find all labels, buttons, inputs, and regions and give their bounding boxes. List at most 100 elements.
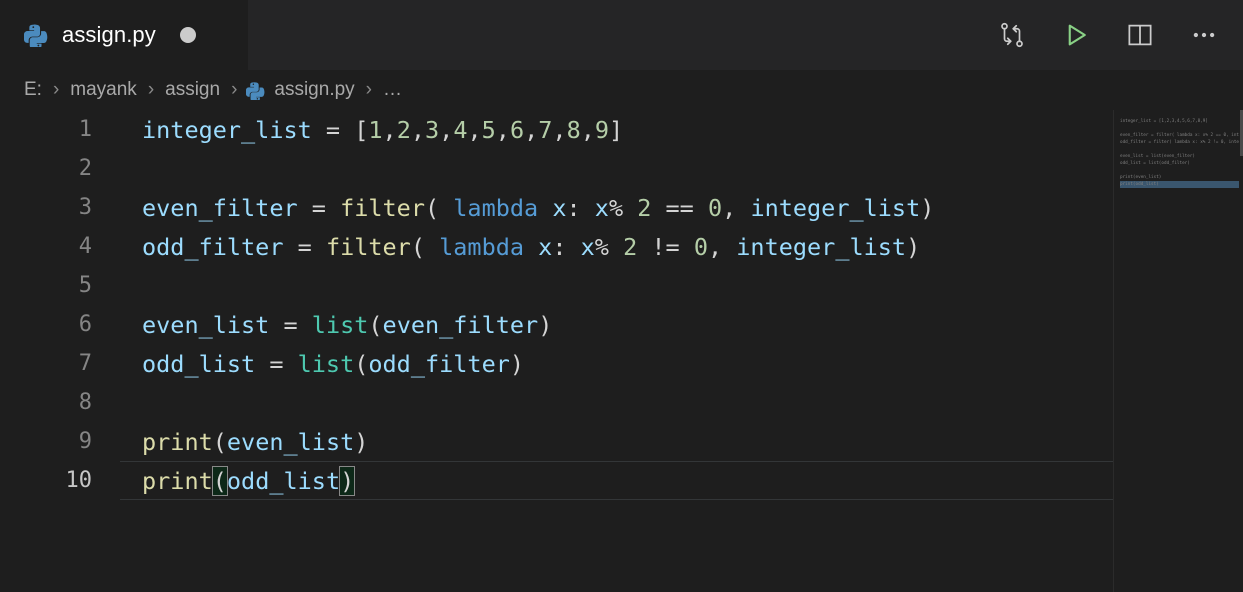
line-number: 5 <box>78 273 92 298</box>
token-builtin: list <box>311 310 369 339</box>
code-line-content[interactable]: even_filter = filter( lambda x: x% 2 == … <box>92 194 1113 222</box>
token-number: 9 <box>594 115 610 144</box>
token-number: 1 <box>368 115 383 144</box>
breadcrumb-item-assign[interactable]: assign <box>163 79 222 101</box>
token-number: 4 <box>453 115 468 144</box>
token-colon: : <box>566 193 595 222</box>
tab-bar-spacer <box>248 0 995 70</box>
token-comma: , <box>495 115 510 144</box>
token-operator: == <box>651 193 708 222</box>
code-line-8[interactable]: 8 <box>0 383 1113 422</box>
breadcrumb-separator: › <box>365 79 372 100</box>
token-variable: odd_filter <box>368 349 510 378</box>
code-line-7[interactable]: 7 odd_list = list(odd_filter) <box>0 344 1113 383</box>
unsaved-changes-dot[interactable] <box>179 27 196 43</box>
code-line-content[interactable]: odd_filter = filter( lambda x: x% 2 != 0… <box>92 233 1113 261</box>
minimap-line <box>1120 146 1239 153</box>
code-line-4[interactable]: 4 odd_filter = filter( lambda x: x% 2 !=… <box>0 227 1113 266</box>
code-line-content[interactable]: even_list = list(even_filter) <box>92 311 1113 339</box>
breadcrumb-separator: › <box>147 79 155 100</box>
minimap-line: print(even_list) <box>1120 175 1162 180</box>
token-parameter: x <box>552 193 567 222</box>
line-number: 9 <box>78 429 92 454</box>
token-colon: : <box>552 232 581 261</box>
token-paren-open: ( <box>424 193 454 222</box>
breadcrumb-item-mayank[interactable]: mayank <box>68 79 139 101</box>
line-number: 6 <box>78 312 92 337</box>
breadcrumb-item-root[interactable]: E: <box>22 79 44 101</box>
code-line-10[interactable]: 10 print(odd_list) <box>0 461 1121 500</box>
token-parameter: x <box>538 232 553 261</box>
token-paren-open: ( <box>368 310 383 339</box>
minimap-line <box>1120 125 1239 132</box>
line-number: 3 <box>78 195 92 220</box>
code-line-content[interactable]: print(even_list) <box>92 428 1113 456</box>
token-number: 2 <box>637 193 652 222</box>
token-keyword: lambda <box>439 232 525 261</box>
token-number: 5 <box>481 115 496 144</box>
token-variable: even_filter <box>142 193 298 222</box>
code-line-3[interactable]: 3 even_filter = filter( lambda x: x% 2 =… <box>0 188 1113 227</box>
code-line-5[interactable]: 5 <box>0 266 1113 305</box>
token-paren-close: ) <box>906 232 921 261</box>
code-line-content[interactable]: print(odd_list) <box>92 465 1113 496</box>
token-operator: = <box>269 310 312 339</box>
token-number: 3 <box>425 115 440 144</box>
token-parameter: x <box>594 193 609 222</box>
editor-tab-bar: assign.py <box>0 0 1243 70</box>
minimap-line: integer_list = [1,2,3,4,5,6,7,8,9] <box>1120 119 1208 124</box>
code-line-1[interactable]: 1 integer_list = [1,2,3,4,5,6,7,8,9] <box>0 110 1113 149</box>
token-comma: , <box>707 232 737 261</box>
breadcrumb-item-file[interactable]: assign.py <box>272 79 356 101</box>
editor-tab-assign-py[interactable]: assign.py <box>0 0 248 70</box>
code-line-6[interactable]: 6 even_list = list(even_filter) <box>0 305 1113 344</box>
breadcrumb-item-symbol-more[interactable]: … <box>381 79 404 101</box>
python-icon <box>24 23 48 47</box>
token-operator: = <box>283 232 326 261</box>
line-number: 10 <box>65 468 93 493</box>
token-variable: odd_list <box>142 349 256 378</box>
token-function: filter <box>340 193 425 222</box>
token-paren-open: ( <box>354 349 369 378</box>
code-line-content[interactable]: odd_list = list(odd_filter) <box>92 350 1113 378</box>
split-editor-right-icon[interactable] <box>1123 18 1157 52</box>
code-line-9[interactable]: 9 print(even_list) <box>0 422 1113 461</box>
breadcrumb: E: › mayank › assign › assign.py › … <box>0 70 1243 110</box>
token-operator: = <box>255 349 298 378</box>
editor-tab-label: assign.py <box>62 22 156 47</box>
token-variable: even_filter <box>382 310 539 339</box>
token-comma: , <box>580 115 595 144</box>
minimap-line: even_list = list(even_filter) <box>1120 154 1196 159</box>
token-function: print <box>142 466 213 495</box>
token-function: filter <box>325 232 411 261</box>
vscode-window: assign.py E: › mayank › assign › assign.… <box>0 0 1243 592</box>
token-paren-close: ) <box>920 193 935 222</box>
code-line-content[interactable]: integer_list = [1,2,3,4,5,6,7,8,9] <box>92 116 1113 144</box>
token-variable: integer_list <box>142 115 312 144</box>
more-actions-icon[interactable] <box>1187 18 1221 52</box>
token-comma: , <box>552 115 567 144</box>
minimap[interactable]: integer_list = [1,2,3,4,5,6,7,8,9] even_… <box>1113 110 1243 592</box>
token-comma: , <box>722 193 751 222</box>
line-number: 2 <box>78 156 92 181</box>
breadcrumb-separator: › <box>52 79 60 100</box>
line-number: 4 <box>78 234 92 259</box>
minimap-line: odd_list = list(odd_filter) <box>1120 161 1190 166</box>
minimap-content: integer_list = [1,2,3,4,5,6,7,8,9] even_… <box>1120 118 1239 188</box>
breadcrumb-separator: › <box>231 79 238 100</box>
token-paren-close: ) <box>354 427 369 456</box>
line-number: 1 <box>78 117 92 142</box>
line-number: 8 <box>78 390 92 415</box>
run-python-file-icon[interactable] <box>1059 18 1093 52</box>
token-number: 0 <box>693 232 708 261</box>
source-control-branch-icon[interactable] <box>995 18 1029 52</box>
code-editor[interactable]: 1 integer_list = [1,2,3,4,5,6,7,8,9] 2 3… <box>0 110 1243 592</box>
token-number: 2 <box>396 115 411 144</box>
code-line-2[interactable]: 2 <box>0 149 1113 188</box>
minimap-line <box>1120 167 1239 174</box>
token-operator: % <box>594 232 624 261</box>
token-operator: = <box>297 193 341 222</box>
code-lines-container[interactable]: 1 integer_list = [1,2,3,4,5,6,7,8,9] 2 3… <box>0 110 1121 592</box>
token-keyword: lambda <box>453 193 539 222</box>
token-variable: odd_filter <box>142 232 284 261</box>
